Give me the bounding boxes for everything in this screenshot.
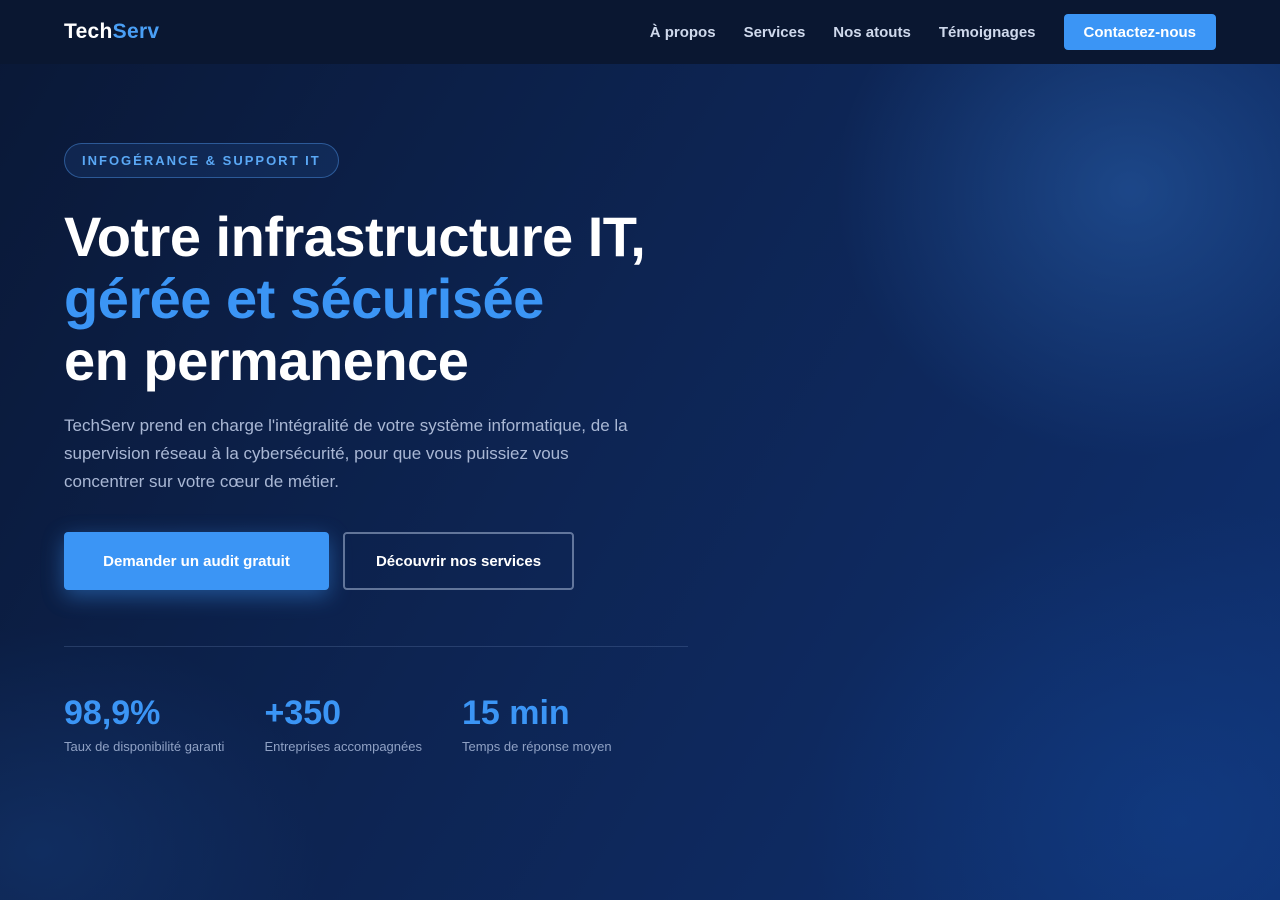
stat-label: Temps de réponse moyen [461, 739, 612, 754]
stats-row: 98,9% Taux de disponibilité garanti +350… [64, 693, 704, 754]
stat-label: Entreprises accompagnées [264, 739, 422, 754]
hero-title-line-3: en permanence [64, 329, 469, 392]
nav-link-nos-atouts[interactable]: Nos atouts [833, 24, 911, 41]
hero-buttons: Demander un audit gratuit Découvrir nos … [64, 532, 704, 590]
services-button[interactable]: Découvrir nos services [343, 532, 574, 590]
divider [64, 646, 688, 647]
stat-label: Taux de disponibilité garanti [64, 739, 225, 754]
logo[interactable]: TechServ [64, 20, 159, 44]
stat-clients: +350 Entreprises accompagnées [264, 693, 422, 754]
nav-link-a-propos[interactable]: À propos [650, 24, 716, 41]
stat-value: +350 [264, 694, 342, 732]
stat-value: 98,9% [64, 694, 161, 732]
hero-section: INFOGÉRANCE & SUPPORT IT Votre infrastru… [64, 143, 704, 754]
stat-response-time: 15 min Temps de réponse moyen [462, 693, 612, 754]
hero-title: Votre infrastructure IT, gérée et sécuri… [64, 206, 704, 392]
audit-button[interactable]: Demander un audit gratuit [64, 532, 329, 590]
nav-link-temoignages[interactable]: Témoignages [939, 24, 1036, 41]
navbar: TechServ À propos Services Nos atouts Té… [0, 0, 1280, 64]
logo-text-tech: Tech [64, 20, 113, 43]
logo-text-serv: Serv [112, 20, 160, 43]
nav-link-services[interactable]: Services [744, 24, 806, 41]
main-nav: À propos Services Nos atouts Témoignages… [622, 14, 1216, 50]
hero-title-line-2: gérée et sécurisée [64, 267, 544, 330]
stat-availability: 98,9% Taux de disponibilité garanti [64, 693, 224, 754]
stat-value: 15 min [461, 694, 570, 732]
contact-button[interactable]: Contactez-nous [1063, 14, 1216, 50]
hero-description: TechServ prend en charge l'intégralité d… [64, 416, 628, 491]
hero-title-line-1: Votre infrastructure IT, [64, 205, 646, 268]
hero-badge: INFOGÉRANCE & SUPPORT IT [64, 143, 339, 178]
